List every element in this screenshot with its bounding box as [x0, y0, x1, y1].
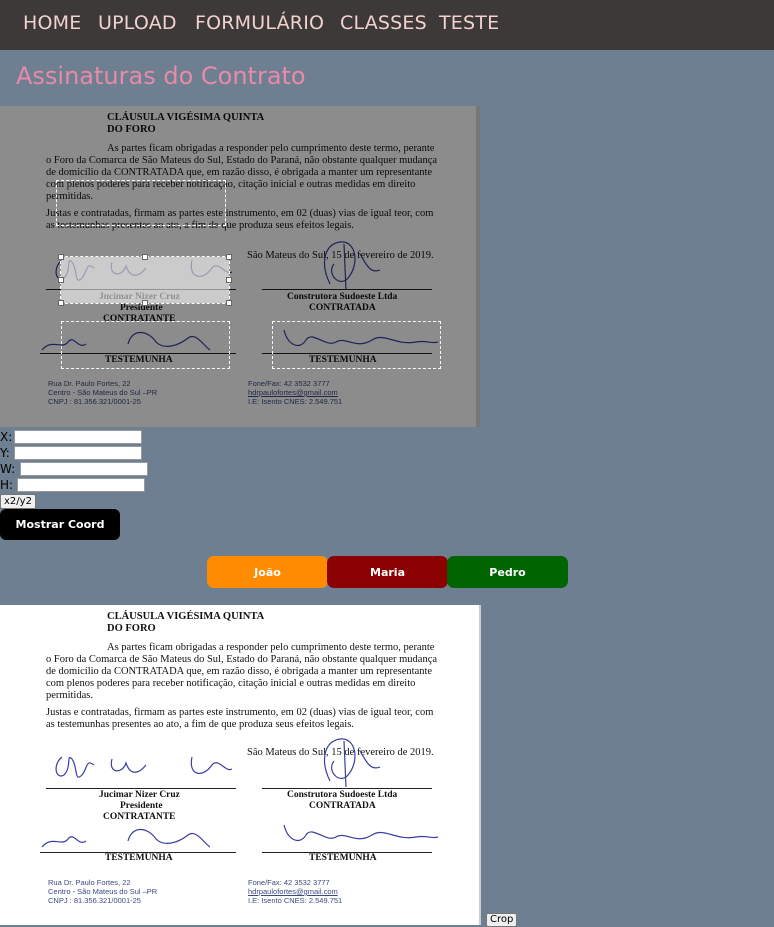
signature-contratada	[323, 241, 381, 291]
selection-region-witness-1[interactable]	[61, 321, 230, 369]
crop-handle-ne[interactable]	[226, 254, 232, 260]
crop-editor-image[interactable]: CLÁUSULA VIGÉSIMA QUINTA DO FORO As part…	[0, 106, 480, 427]
coord-y-input[interactable]	[14, 446, 142, 460]
crop-handle-e[interactable]	[226, 277, 232, 283]
doc-para1-line2: o Foro da Comarca de São Mateus do Sul, …	[46, 155, 438, 166]
crop-handle-sw[interactable]	[58, 300, 64, 306]
doc-sig2-name: Construtora Sudoeste Ltda	[287, 292, 398, 302]
show-coords-button[interactable]: Mostrar Coord	[0, 509, 120, 540]
doc2-para1-line2: o Foro da Comarca de São Mateus do Sul, …	[46, 654, 438, 665]
nav-home[interactable]: HOME	[23, 12, 81, 34]
doc-heading-1: CLÁUSULA VIGÉSIMA QUINTA	[107, 112, 265, 123]
nav-teste[interactable]: TESTE	[439, 12, 499, 34]
doc-sig2-party: CONTRATADA	[309, 303, 376, 313]
doc2-footer-left-1: Rua Dr. Paulo Fortes, 22	[48, 878, 131, 887]
doc2-para2-line1: Justas e contratadas, firmam as partes e…	[46, 707, 434, 718]
footer-left-3: CNPJ : 81.356.321/0001-25	[48, 397, 141, 406]
doc-heading-2: DO FORO	[107, 124, 156, 135]
doc2-heading-2: DO FORO	[107, 623, 156, 634]
doc2-para1-line3: de domicílio da CONTRATADA que, em razão…	[46, 666, 433, 677]
doc2-para1-line5: permitidas.	[46, 690, 93, 701]
coord-x-label: X:	[0, 430, 13, 444]
selection-region-faint[interactable]	[56, 180, 226, 226]
doc2-footer-right-2: hdrpaulofortes@gmail.com	[248, 887, 338, 896]
nav-classes[interactable]: CLASSES	[340, 12, 427, 34]
coord-x-input[interactable]	[14, 430, 142, 444]
coord-w-row: W:	[0, 462, 148, 476]
coord-w-input[interactable]	[20, 462, 148, 476]
footer-right-2: hdrpaulofortes@gmail.com	[248, 388, 338, 397]
doc2-footer-right-3: I.E: Isento CNES: 2.549.751	[248, 896, 343, 905]
crop-selection[interactable]	[58, 254, 232, 306]
person-button-maria[interactable]: Maria	[327, 556, 448, 588]
coord-h-input[interactable]	[17, 478, 145, 492]
footer-left-2: Centro - São Mateus do Sul –PR	[48, 388, 158, 397]
coord-y-label: Y:	[0, 446, 10, 460]
doc2-heading-1: CLÁUSULA VIGÉSIMA QUINTA	[107, 611, 265, 622]
coord-y-row: Y:	[0, 446, 142, 460]
doc-para1-line1: As partes ficam obrigadas a responder pe…	[107, 143, 435, 154]
coord-h-row: H:	[0, 478, 145, 492]
doc2-signature-contratante	[55, 756, 233, 778]
doc2-para1-line1: As partes ficam obrigadas a responder pe…	[107, 642, 435, 653]
crop-selection-window	[61, 257, 229, 303]
page-title: Assinaturas do Contrato	[16, 62, 306, 90]
crop-handle-w[interactable]	[58, 277, 64, 283]
crop-handle-n[interactable]	[142, 254, 148, 260]
doc2-witness-1: TESTEMUNHA	[105, 853, 173, 863]
doc2-signature-contratada	[323, 738, 381, 788]
selection-region-witness-2[interactable]	[272, 321, 441, 369]
doc2-sig1-name: Jucimar Nizer Cruz	[99, 790, 180, 800]
doc2-footer-right-1: Fone/Fax: 42 3532 3777	[248, 878, 330, 887]
doc2-sig1-role: Presidente	[120, 801, 163, 811]
nav-upload[interactable]: UPLOAD	[98, 12, 177, 34]
doc2-witness-2: TESTEMUNHA	[309, 853, 377, 863]
doc2-footer-left-2: Centro - São Mateus do Sul –PR	[48, 887, 158, 896]
x2y2-button[interactable]: x2/y2	[0, 494, 36, 509]
person-button-joao[interactable]: João	[207, 556, 328, 588]
doc2-sig2-party: CONTRATADA	[309, 801, 376, 811]
nav-formulario[interactable]: FORMULÁRIO	[195, 12, 324, 34]
preview-image: CLÁUSULA VIGÉSIMA QUINTA DO FORO As part…	[0, 605, 481, 925]
crop-handle-nw[interactable]	[58, 254, 64, 260]
crop-handle-s[interactable]	[142, 300, 148, 306]
crop-handle-se[interactable]	[226, 300, 232, 306]
coord-w-label: W:	[0, 462, 16, 476]
doc-para1-line3: de domicílio da CONTRATADA que, em razão…	[46, 167, 433, 178]
coord-x-row: X:	[0, 430, 142, 444]
doc2-para1-line4: com plenos poderes para receber notifica…	[46, 678, 416, 689]
top-nav: HOME UPLOAD FORMULÁRIO CLASSES TESTE	[0, 0, 774, 50]
footer-right-3: I.E: Isento CNES: 2.549.751	[248, 397, 343, 406]
footer-left-1: Rua Dr. Paulo Fortes, 22	[48, 379, 131, 388]
footer-right-1: Fone/Fax: 42 3532 3777	[248, 379, 330, 388]
doc2-para2-line2: as testemunhas presentes ao ato, a fim d…	[46, 719, 354, 730]
image-edge	[476, 106, 480, 427]
doc2-signature-witness-1	[41, 828, 211, 848]
person-button-pedro[interactable]: Pedro	[447, 556, 568, 588]
doc2-sig2-name: Construtora Sudoeste Ltda	[287, 790, 398, 800]
coord-h-label: H:	[0, 478, 14, 492]
doc2-footer-left-3: CNPJ : 81.356.321/0001-25	[48, 896, 141, 905]
doc2-signature-witness-2	[283, 824, 439, 842]
doc2-image-edge	[479, 605, 481, 925]
crop-button[interactable]: Crop	[486, 913, 518, 927]
